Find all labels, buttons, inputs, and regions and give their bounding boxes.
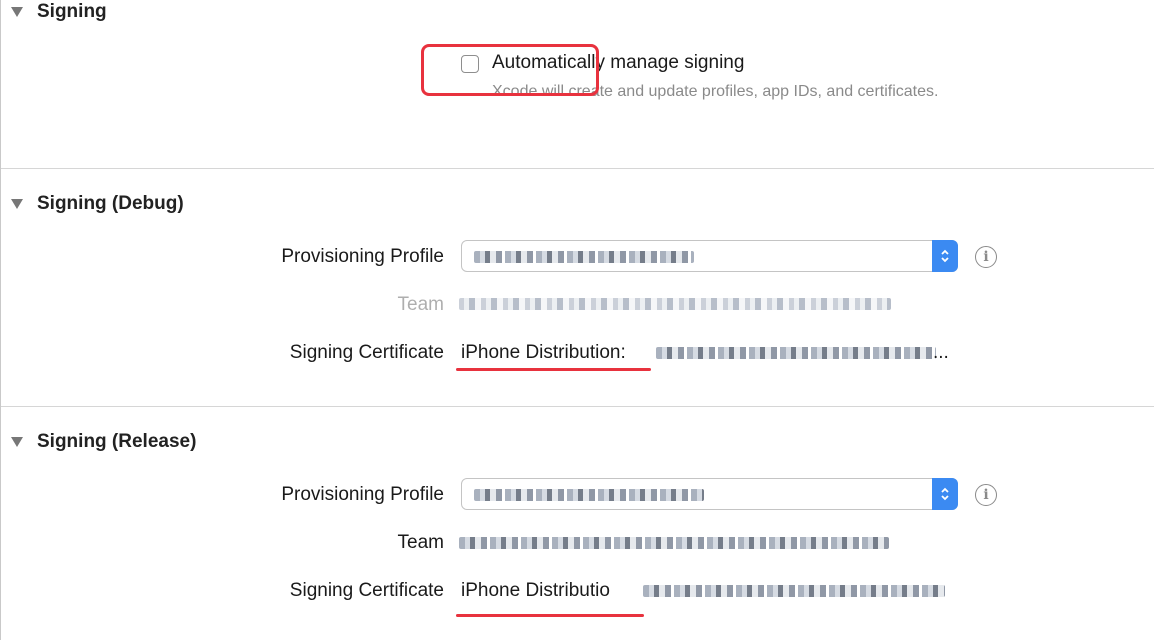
section-divider bbox=[1, 406, 1154, 407]
disclosure-triangle-icon[interactable] bbox=[11, 437, 23, 447]
annotation-highlight-box bbox=[421, 44, 599, 96]
signing-section-title: Signing bbox=[37, 1, 107, 22]
release-provisioning-profile-popup[interactable] bbox=[461, 478, 958, 510]
debug-certificate-ellipsis: ... bbox=[933, 342, 949, 363]
debug-team-label: Team bbox=[397, 294, 444, 315]
release-signing-certificate-value: iPhone Distributio bbox=[461, 580, 610, 601]
redacted-team-value bbox=[459, 298, 891, 310]
annotation-underline bbox=[456, 614, 644, 617]
debug-provisioning-profile-popup[interactable] bbox=[461, 240, 958, 272]
debug-signing-certificate-label: Signing Certificate bbox=[289, 342, 444, 363]
info-icon[interactable]: i bbox=[975, 484, 997, 506]
signing-debug-section-title: Signing (Debug) bbox=[37, 193, 184, 214]
redacted-team-value bbox=[459, 537, 889, 549]
signing-release-section-header[interactable]: Signing (Release) bbox=[11, 430, 196, 454]
signing-section-header[interactable]: Signing bbox=[11, 0, 107, 24]
up-down-chevron-icon[interactable] bbox=[932, 478, 958, 510]
signing-settings-panel: Signing Automatically manage signing Xco… bbox=[0, 0, 1154, 640]
release-signing-certificate-label: Signing Certificate bbox=[289, 580, 444, 601]
redacted-profile-name bbox=[474, 489, 704, 501]
disclosure-triangle-icon[interactable] bbox=[11, 199, 23, 209]
redacted-certificate-id bbox=[656, 347, 936, 359]
redacted-certificate-id bbox=[643, 585, 945, 597]
redacted-profile-name bbox=[474, 251, 694, 263]
signing-debug-section-header[interactable]: Signing (Debug) bbox=[11, 192, 184, 216]
release-provisioning-profile-label: Provisioning Profile bbox=[281, 484, 444, 505]
debug-provisioning-profile-label: Provisioning Profile bbox=[281, 246, 444, 267]
signing-release-section-title: Signing (Release) bbox=[37, 431, 197, 452]
disclosure-triangle-icon[interactable] bbox=[11, 7, 23, 17]
debug-signing-certificate-value: iPhone Distribution: bbox=[461, 342, 626, 363]
up-down-chevron-icon[interactable] bbox=[932, 240, 958, 272]
release-team-label: Team bbox=[397, 532, 444, 553]
annotation-underline bbox=[456, 368, 651, 371]
info-icon[interactable]: i bbox=[975, 246, 997, 268]
section-divider bbox=[1, 168, 1154, 169]
